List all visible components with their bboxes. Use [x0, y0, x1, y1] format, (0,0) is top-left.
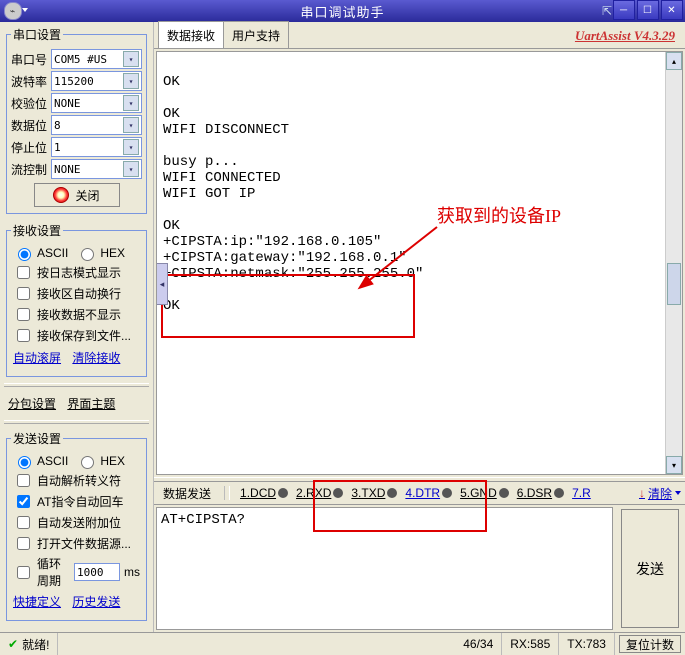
baud-select[interactable]: 115200▾ — [51, 71, 142, 91]
hide-recv-check[interactable]: 接收数据不显示 — [13, 305, 140, 324]
send-panel: 数据发送 1.DCD 2.RXD 3.TXD 4.DTR 5.GND 6.DSR… — [154, 482, 685, 632]
open-file-check[interactable]: 打开文件数据源... — [13, 534, 140, 553]
port-label: 串口号 — [11, 51, 51, 68]
cycle-input[interactable] — [74, 563, 120, 581]
sig-rxd[interactable]: 2.RXD — [294, 486, 345, 500]
brand-link[interactable]: UartAssist V4.3.29 — [575, 28, 675, 44]
main-area: 数据接收 用户支持 UartAssist V4.3.29 OK OK WIFI … — [153, 22, 685, 632]
led-icon — [554, 488, 564, 498]
recv-hex-radio[interactable]: HEX — [76, 245, 125, 261]
tab-support[interactable]: 用户支持 — [223, 21, 289, 48]
flow-label: 流控制 — [11, 161, 51, 178]
send-settings-legend: 发送设置 — [11, 430, 63, 447]
sig-dcd[interactable]: 1.DCD — [238, 486, 290, 500]
receive-text: OK OK WIFI DISCONNECT busy p... WIFI CON… — [157, 52, 682, 320]
reset-counter-button[interactable]: 复位计数 — [619, 635, 681, 653]
status-counts: 46/34 — [455, 633, 502, 655]
titlebar: ⌁ 串口调试助手 ⇱ ─ ☐ ✕ — [0, 0, 685, 22]
port-settings-legend: 串口设置 — [11, 26, 63, 43]
recv-settings-group: 接收设置 ASCII HEX 按日志模式显示 接收区自动换行 接收数据不显示 接… — [6, 222, 147, 377]
separator — [4, 420, 149, 424]
clear-recv-link[interactable]: 清除接收 — [72, 351, 120, 365]
sidebar: 串口设置 串口号 COM5 #US▾ 波特率 115200▾ 校验位 NONE▾… — [0, 22, 153, 632]
parity-select[interactable]: NONE▾ — [51, 93, 142, 113]
stopbits-select[interactable]: 1▾ — [51, 137, 142, 157]
chevron-down-icon — [675, 491, 681, 495]
clear-send-link[interactable]: ↓清除 — [639, 485, 681, 502]
sig-dtr[interactable]: 4.DTR — [403, 486, 454, 500]
databits-select[interactable]: 8▾ — [51, 115, 142, 135]
receive-area[interactable]: OK OK WIFI DISCONNECT busy p... WIFI CON… — [156, 51, 683, 475]
sig-txd[interactable]: 3.TXD — [349, 486, 399, 500]
led-icon — [333, 488, 343, 498]
sig-dsr[interactable]: 6.DSR — [515, 486, 566, 500]
maximize-button[interactable]: ☐ — [637, 0, 659, 20]
status-ready: ✔就绪! — [0, 633, 58, 655]
baud-label: 波特率 — [11, 73, 51, 90]
close-button[interactable]: ✕ — [661, 0, 683, 20]
collapse-handle[interactable]: ◂ — [156, 263, 168, 305]
send-hex-radio[interactable]: HEX — [76, 453, 125, 469]
auto-escape-check[interactable]: 自动解析转义符 — [13, 471, 140, 490]
scroll-down-icon[interactable]: ▾ — [666, 456, 682, 474]
window-title: 串口调试助手 — [300, 2, 384, 21]
save-file-check[interactable]: 接收保存到文件... — [13, 326, 140, 345]
scroll-up-icon[interactable]: ▴ — [666, 52, 682, 70]
statusbar: ✔就绪! 46/34 RX:585 TX:783 复位计数 — [0, 632, 685, 655]
send-settings-group: 发送设置 ASCII HEX 自动解析转义符 AT指令自动回车 自动发送附加位 … — [6, 430, 147, 621]
auto-append-check[interactable]: 自动发送附加位 — [13, 513, 140, 532]
status-tx: TX:783 — [559, 633, 615, 655]
dropdown-icon: ▾ — [123, 73, 139, 89]
dropdown-icon: ▾ — [123, 51, 139, 67]
send-button[interactable]: 发送 — [621, 509, 679, 628]
sig-gnd[interactable]: 5.GND — [458, 486, 511, 500]
system-menu-drop[interactable] — [22, 8, 28, 12]
tab-recv[interactable]: 数据接收 — [158, 21, 224, 48]
open-close-button[interactable]: 关闭 — [34, 183, 120, 207]
dropdown-icon: ▾ — [123, 161, 139, 177]
recv-ascii-radio[interactable]: ASCII — [13, 245, 68, 261]
history-link[interactable]: 历史发送 — [72, 595, 120, 609]
app-icon: ⌁ — [4, 2, 22, 20]
cycle-check[interactable]: 循环周期 ms — [13, 555, 140, 589]
status-rx: RX:585 — [502, 633, 559, 655]
log-mode-check[interactable]: 按日志模式显示 — [13, 263, 140, 282]
auto-wrap-check[interactable]: 接收区自动换行 — [13, 284, 140, 303]
separator — [224, 486, 230, 500]
led-icon — [387, 488, 397, 498]
sig-rts[interactable]: 7.R — [570, 486, 593, 500]
dropdown-icon: ▾ — [123, 95, 139, 111]
scrollbar[interactable]: ▴ ▾ — [665, 52, 682, 474]
theme-link[interactable]: 界面主题 — [67, 397, 115, 411]
scroll-thumb[interactable] — [667, 263, 681, 305]
port-select[interactable]: COM5 #US▾ — [51, 49, 142, 69]
dropdown-icon: ▾ — [123, 117, 139, 133]
send-input[interactable] — [156, 507, 613, 630]
shortcut-link[interactable]: 快捷定义 — [13, 595, 61, 609]
ready-icon: ✔ — [8, 637, 18, 651]
databits-label: 数据位 — [11, 117, 51, 134]
led-icon — [278, 488, 288, 498]
recv-settings-legend: 接收设置 — [11, 222, 63, 239]
led-icon — [442, 488, 452, 498]
send-header: 数据发送 1.DCD 2.RXD 3.TXD 4.DTR 5.GND 6.DSR… — [154, 482, 685, 505]
send-ascii-radio[interactable]: ASCII — [13, 453, 68, 469]
stopbits-label: 停止位 — [11, 139, 51, 156]
packet-settings-link[interactable]: 分包设置 — [8, 397, 56, 411]
led-icon — [499, 488, 509, 498]
port-settings-group: 串口设置 串口号 COM5 #US▾ 波特率 115200▾ 校验位 NONE▾… — [6, 26, 147, 214]
send-header-label: 数据发送 — [158, 482, 216, 505]
minimize-button[interactable]: ─ — [613, 0, 635, 20]
parity-label: 校验位 — [11, 95, 51, 112]
tabs-row: 数据接收 用户支持 UartAssist V4.3.29 — [154, 22, 685, 49]
auto-scroll-link[interactable]: 自动滚屏 — [13, 351, 61, 365]
flow-select[interactable]: NONE▾ — [51, 159, 142, 179]
dropdown-icon: ▾ — [123, 139, 139, 155]
at-cr-check[interactable]: AT指令自动回车 — [13, 492, 140, 511]
status-led-icon — [53, 187, 69, 203]
separator — [4, 383, 149, 387]
